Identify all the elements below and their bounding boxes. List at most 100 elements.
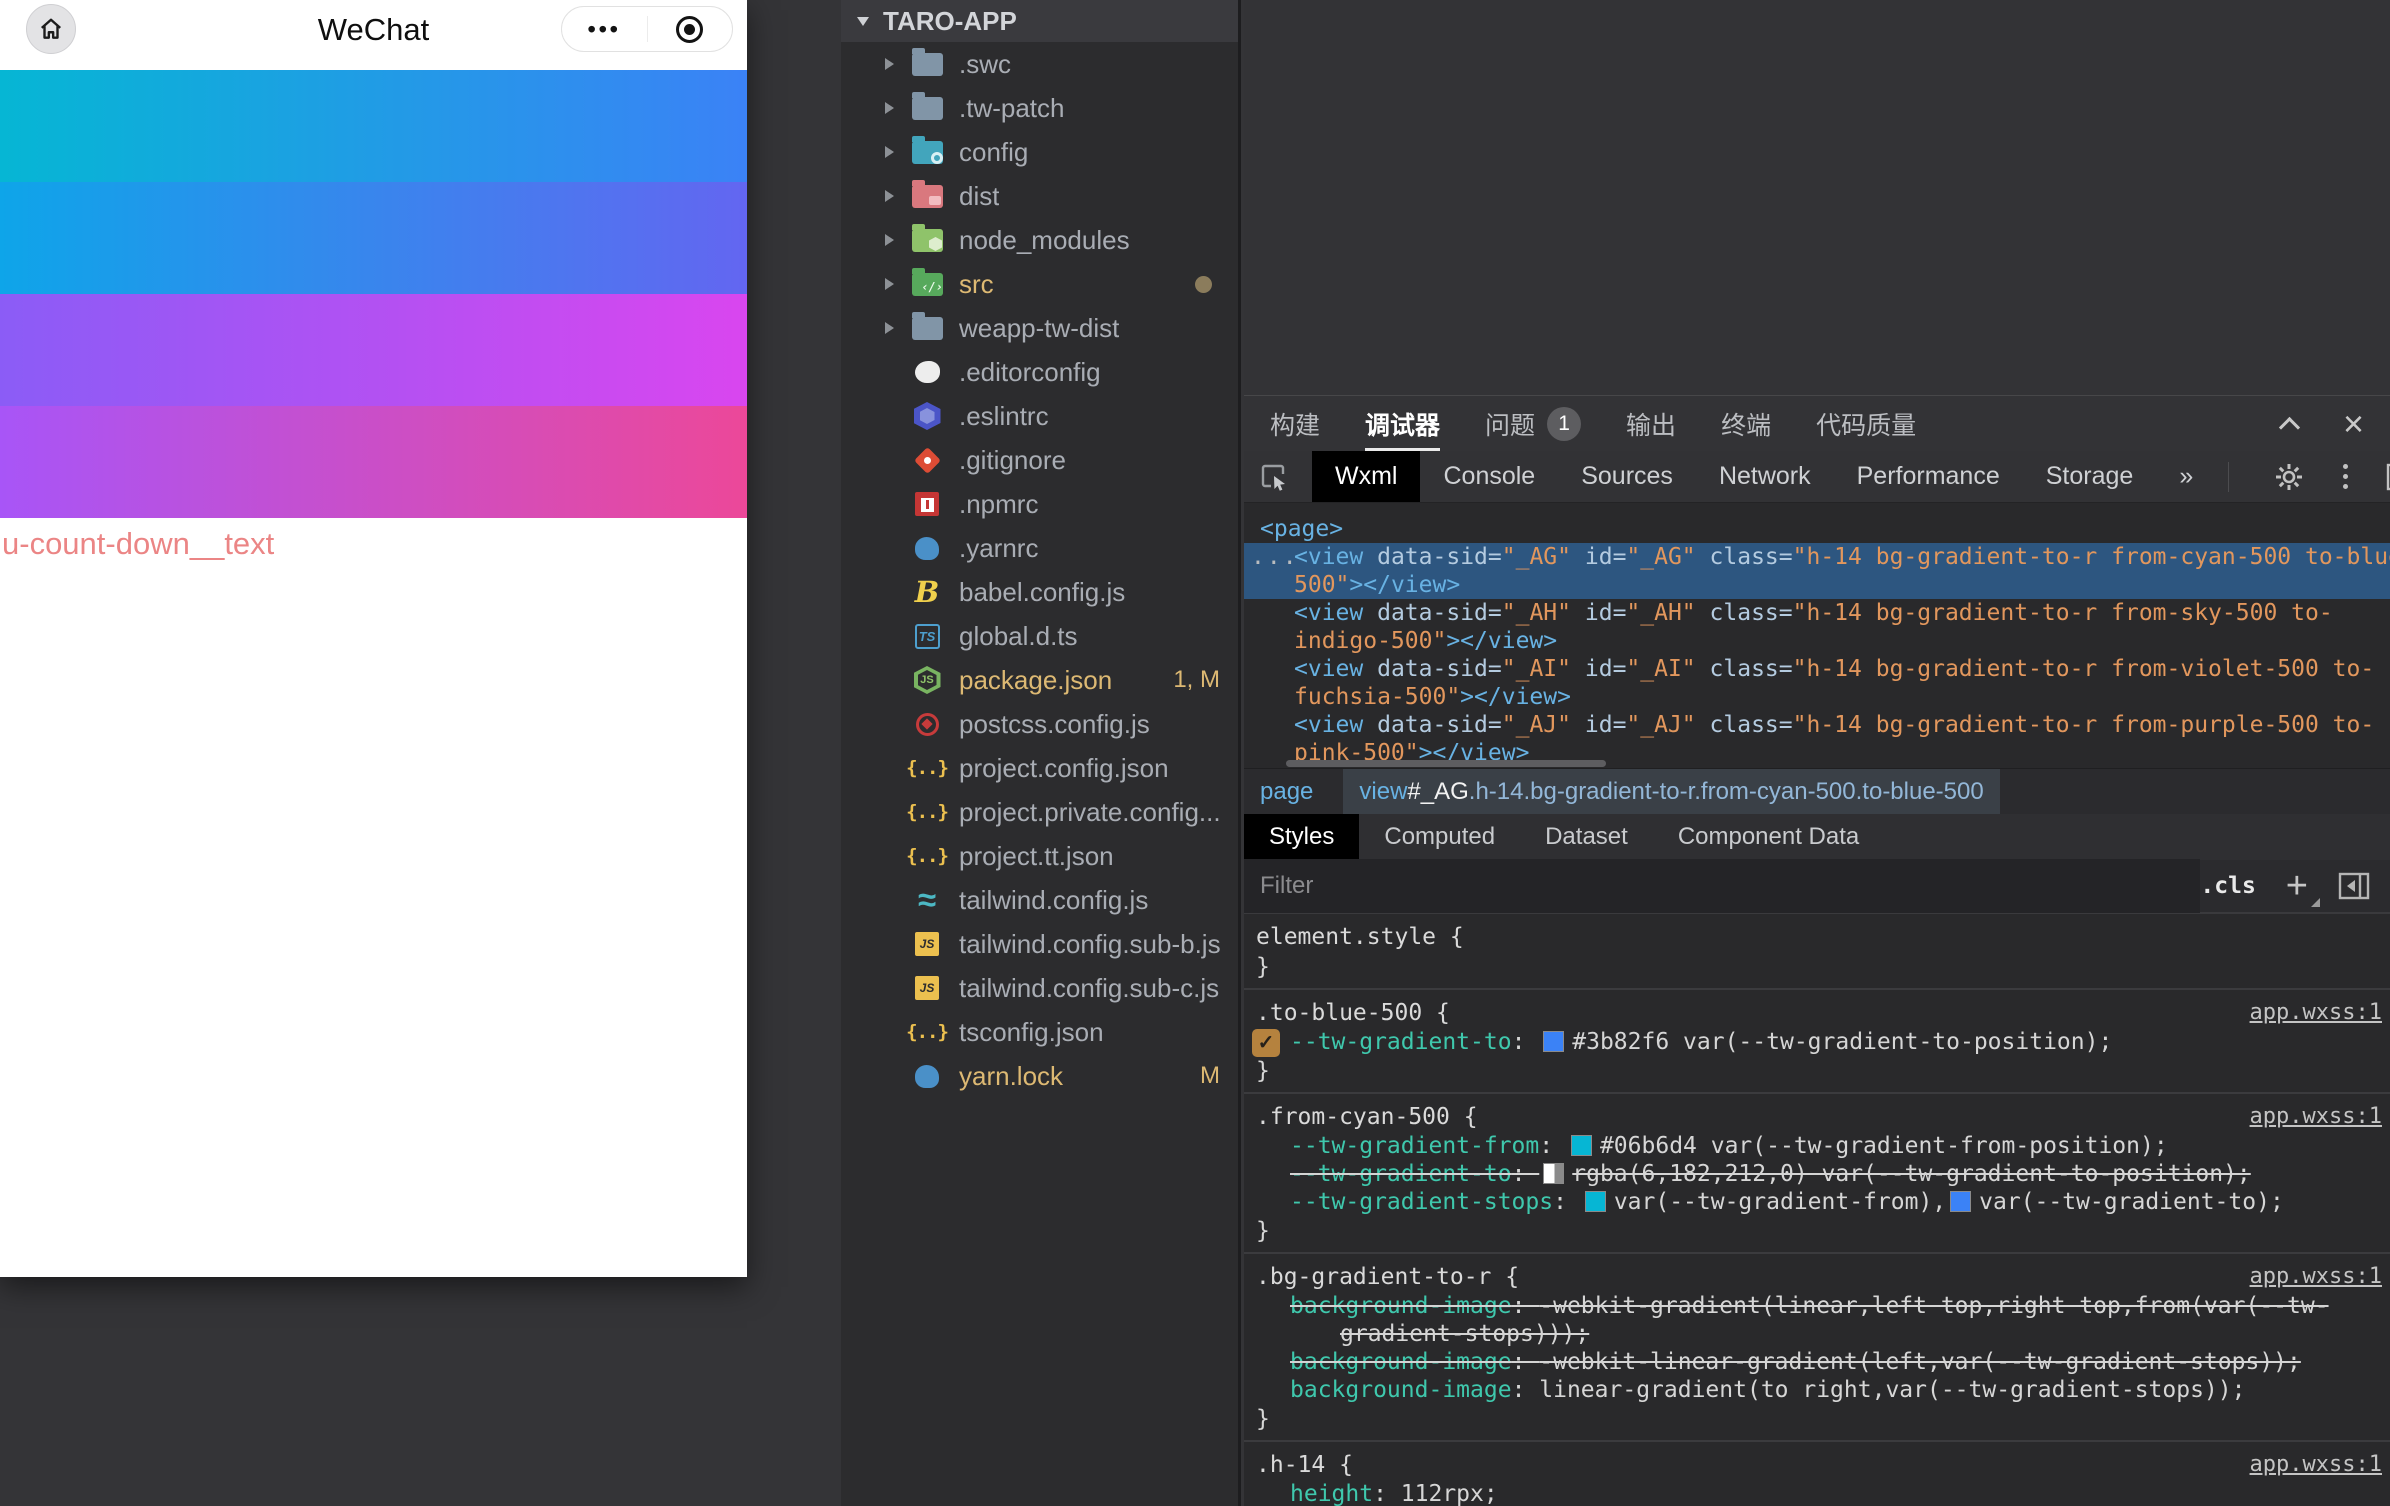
top-tab-输出[interactable]: 输出: [1626, 396, 1676, 451]
color-swatch[interactable]: [1950, 1191, 1971, 1212]
gear-icon[interactable]: [2273, 461, 2305, 493]
tree-item-global.d.ts[interactable]: TSglobal.d.ts: [841, 614, 1238, 658]
tree-item-babel.config.js[interactable]: Bbabel.config.js: [841, 570, 1238, 614]
tree-item-src[interactable]: ‹/›src: [841, 262, 1238, 306]
panel-tab-wxml[interactable]: Wxml: [1312, 451, 1420, 502]
color-swatch[interactable]: [1543, 1031, 1564, 1052]
tree-item-tailwind.config.sub-b.js[interactable]: JStailwind.config.sub-b.js: [841, 922, 1238, 966]
exit-record-button[interactable]: [648, 16, 733, 43]
file-label: .swc: [959, 49, 1011, 80]
more-options-icon[interactable]: [2343, 474, 2348, 479]
property-checkbox[interactable]: ✓: [1252, 1029, 1280, 1057]
panel-tab-network[interactable]: Network: [1696, 451, 1834, 502]
wxml-expand-ellipsis[interactable]: ...: [1251, 543, 1299, 571]
horizontal-scrollbar[interactable]: [1286, 760, 1606, 767]
tree-item-yarn.lock[interactable]: yarn.lockM: [841, 1054, 1238, 1098]
tree-item-tsconfig.json[interactable]: {..}tsconfig.json: [841, 1010, 1238, 1054]
styles-tab-computed[interactable]: Computed: [1359, 814, 1520, 860]
mini-program-navbar: WeChat •••: [0, 0, 747, 70]
stylesheet-link[interactable]: app.wxss:1: [2250, 1104, 2382, 1129]
wxml-node-line[interactable]: fuchsia-500"></view>: [1244, 683, 2390, 711]
wxml-node-line[interactable]: <view data-sid="_AH" id="_AH" class="h-1…: [1244, 599, 2390, 627]
tree-item-.swc[interactable]: .swc: [841, 42, 1238, 86]
tree-item-.gitignore[interactable]: .gitignore: [841, 438, 1238, 482]
panel-tab-performance[interactable]: Performance: [1834, 451, 2023, 502]
tree-item-.tw-patch[interactable]: .tw-patch: [841, 86, 1238, 130]
tree-item-weapp-tw-dist[interactable]: weapp-tw-dist: [841, 306, 1238, 350]
css-property-line[interactable]: background-image: -webkit-gradient(linea…: [1244, 1292, 2390, 1320]
color-swatch[interactable]: [1585, 1191, 1606, 1212]
editor-empty-area: [1244, 0, 2390, 396]
stylesheet-link[interactable]: app.wxss:1: [2250, 1000, 2382, 1025]
more-menu-button[interactable]: •••: [562, 16, 647, 43]
top-tab-构建[interactable]: 构建: [1270, 396, 1320, 451]
tree-item-project.private.config...[interactable]: {..}project.private.config...: [841, 790, 1238, 834]
styles-tab-component-data[interactable]: Component Data: [1653, 814, 1884, 860]
top-tab-代码质量[interactable]: 代码质量: [1816, 396, 1916, 451]
tree-item-project.tt.json[interactable]: {..}project.tt.json: [841, 834, 1238, 878]
top-tab-调试器[interactable]: 调试器: [1365, 396, 1440, 451]
styles-tab-strip: StylesComputedDatasetComponent Data: [1244, 814, 2390, 860]
collapse-panel-icon[interactable]: [2279, 417, 2300, 438]
breadcrumb-item-1[interactable]: view#_AG.h-14.bg-gradient-to-r.from-cyan…: [1343, 769, 1999, 814]
panel-tab-»[interactable]: »: [2156, 451, 2216, 502]
wxml-node-line[interactable]: <view data-sid="_AG" id="_AG" class="h-1…: [1244, 543, 2390, 571]
git-icon: [909, 446, 945, 474]
panel-tab-storage[interactable]: Storage: [2023, 451, 2157, 502]
inspect-element-button[interactable]: [1258, 462, 1288, 492]
wxml-node-line[interactable]: <view data-sid="_AJ" id="_AJ" class="h-1…: [1244, 711, 2390, 739]
panel-tab-sources[interactable]: Sources: [1558, 451, 1696, 502]
css-property-line[interactable]: background-image: -webkit-linear-gradien…: [1244, 1348, 2390, 1376]
wxml-node-line[interactable]: <page>: [1244, 515, 2390, 543]
babel-icon: B: [909, 578, 945, 606]
tree-item-node_modules[interactable]: node_modules: [841, 218, 1238, 262]
file-label: .gitignore: [959, 445, 1066, 476]
breadcrumb-item-0[interactable]: page: [1244, 769, 1329, 814]
devtools-panel-tabs: WxmlConsoleSourcesNetworkPerformanceStor…: [1244, 451, 2390, 503]
top-tab-问题[interactable]: 问题1: [1485, 396, 1581, 451]
tree-item-postcss.config.js[interactable]: postcss.config.js: [841, 702, 1238, 746]
css-property-line[interactable]: ✓--tw-gradient-to: #3b82f6 var(--tw-grad…: [1244, 1028, 2390, 1056]
tree-item-config[interactable]: config: [841, 130, 1238, 174]
tree-item-dist[interactable]: dist: [841, 174, 1238, 218]
tree-item-project.config.json[interactable]: {..}project.config.json: [841, 746, 1238, 790]
toggle-class-button[interactable]: .cls: [2200, 873, 2255, 899]
css-property-line[interactable]: --tw-gradient-stops: var(--tw-gradient-f…: [1244, 1188, 2390, 1216]
css-property-line[interactable]: --tw-gradient-from: #06b6d4 var(--tw-gra…: [1244, 1132, 2390, 1160]
file-tree-rows: .swc .tw-patchconfigdistnode_modules‹/›sr…: [841, 42, 1238, 1098]
tree-item-package.json[interactable]: JSpackage.json1, M: [841, 658, 1238, 702]
tree-item-tailwind.config.sub-c.js[interactable]: JStailwind.config.sub-c.js: [841, 966, 1238, 1010]
editorconfig-icon: [909, 358, 945, 386]
css-property-line[interactable]: height: 112rpx;: [1244, 1480, 2390, 1506]
indent-spacer: [885, 806, 894, 818]
top-tab-终端[interactable]: 终端: [1721, 396, 1771, 451]
file-label: project.config.json: [959, 753, 1169, 784]
tree-item-.yarnrc[interactable]: .yarnrc: [841, 526, 1238, 570]
tree-item-.npmrc[interactable]: .npmrc: [841, 482, 1238, 526]
project-root-label: TARO-APP: [883, 6, 1017, 37]
css-property-line[interactable]: --tw-gradient-to: rgba(6,182,212,0) var(…: [1244, 1160, 2390, 1188]
panel-tab-console[interactable]: Console: [1420, 451, 1558, 502]
sidebar-toggle-icon[interactable]: [2338, 872, 2370, 900]
file-label: yarn.lock: [959, 1061, 1063, 1092]
styles-tab-dataset[interactable]: Dataset: [1520, 814, 1653, 860]
stylesheet-link[interactable]: app.wxss:1: [2250, 1452, 2382, 1477]
tree-item-tailwind.config.js[interactable]: ≈tailwind.config.js: [841, 878, 1238, 922]
wxml-node-line[interactable]: <view data-sid="_AI" id="_AI" class="h-1…: [1244, 655, 2390, 683]
wxml-node-line[interactable]: 500"></view>: [1244, 571, 2390, 599]
css-property-line[interactable]: background-image: linear-gradient(to rig…: [1244, 1376, 2390, 1404]
dock-side-icon[interactable]: [2386, 462, 2390, 492]
styles-tab-styles[interactable]: Styles: [1244, 814, 1359, 860]
project-root-row[interactable]: TARO-APP: [841, 0, 1238, 42]
filter-input[interactable]: [1244, 859, 2200, 913]
new-style-rule-button[interactable]: +: [2286, 871, 2308, 901]
close-panel-icon[interactable]: ×: [2343, 406, 2364, 442]
indent-spacer: [885, 762, 894, 774]
color-swatch[interactable]: [1543, 1163, 1564, 1184]
stylesheet-link[interactable]: app.wxss:1: [2250, 1264, 2382, 1289]
color-swatch[interactable]: [1571, 1135, 1592, 1156]
file-label: src: [959, 269, 994, 300]
tree-item-.eslintrc[interactable]: .eslintrc: [841, 394, 1238, 438]
wxml-node-line[interactable]: indigo-500"></view>: [1244, 627, 2390, 655]
tree-item-.editorconfig[interactable]: .editorconfig: [841, 350, 1238, 394]
